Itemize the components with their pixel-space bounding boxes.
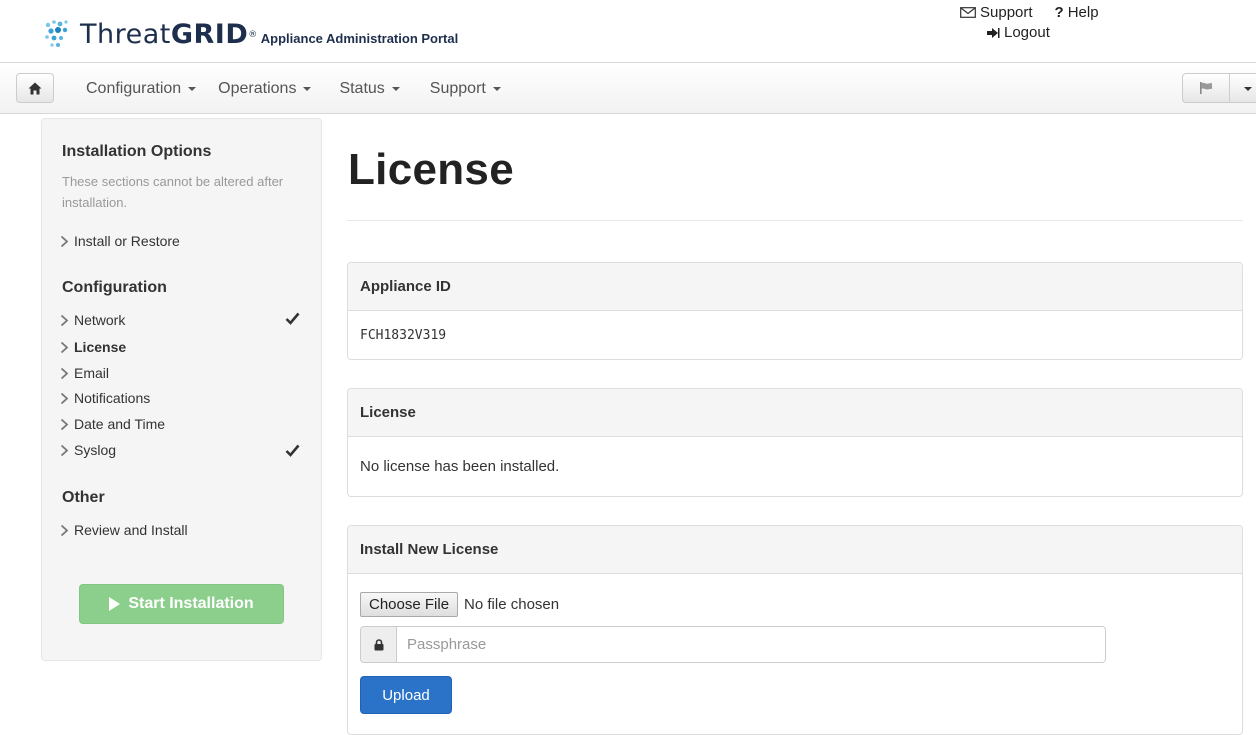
nav-menu: Configuration Operations Status Support: [86, 63, 501, 115]
play-icon: [109, 597, 121, 611]
sidebar-item-email[interactable]: Email: [60, 365, 300, 381]
upload-button[interactable]: Upload: [360, 676, 452, 714]
flag-button[interactable]: [1182, 73, 1230, 103]
help-link[interactable]: ? Help: [1055, 4, 1099, 21]
sidebar-item-syslog[interactable]: Syslog: [60, 442, 300, 458]
home-icon: [28, 82, 42, 94]
brand-logo[interactable]: ThreatGRID® Appliance Administration Por…: [45, 19, 459, 50]
main-navbar: Configuration Operations Status Support: [0, 62, 1256, 114]
choose-file-button[interactable]: Choose File: [360, 592, 459, 617]
chevron-right-icon: [60, 418, 69, 430]
brand-name: ThreatGRID®: [80, 19, 258, 50]
logout-icon: [987, 27, 1000, 38]
home-button[interactable]: [16, 73, 54, 103]
caret-down-icon: [303, 87, 312, 91]
caret-down-icon: [188, 87, 197, 91]
lock-addon: [361, 627, 397, 662]
file-picker: Choose File No file chosen: [360, 592, 559, 617]
license-status-text: No license has been installed.: [360, 457, 560, 475]
panel-heading-license: License: [348, 389, 1242, 437]
sidebar-item-network[interactable]: Network: [60, 312, 300, 328]
start-installation-button[interactable]: Start Installation: [79, 584, 284, 624]
passphrase-group: [360, 626, 1106, 663]
question-icon: ?: [1054, 4, 1064, 21]
install-new-license-panel: Install New License Choose File No file …: [347, 525, 1243, 735]
section-heading-other: Other: [62, 489, 105, 506]
check-icon: [285, 312, 300, 325]
license-panel: License No license has been installed.: [347, 388, 1243, 497]
chevron-right-icon: [60, 314, 69, 326]
chevron-right-icon: [60, 524, 69, 536]
check-icon: [285, 444, 300, 457]
installation-sidebar: Installation Options These sections cann…: [41, 118, 322, 661]
section-heading-configuration: Configuration: [62, 279, 167, 296]
caret-down-icon: [1244, 87, 1252, 91]
page-title: License: [348, 145, 514, 194]
chevron-right-icon: [60, 341, 69, 353]
title-divider: [347, 220, 1243, 221]
chevron-right-icon: [60, 235, 69, 247]
appliance-id-panel: Appliance ID FCH1832V319: [347, 262, 1243, 360]
top-header: ThreatGRID® Appliance Administration Por…: [0, 0, 1256, 62]
panel-heading-install-new-license: Install New License: [348, 526, 1242, 574]
brand-subtitle: Appliance Administration Portal: [260, 31, 459, 46]
nav-configuration[interactable]: Configuration: [86, 80, 197, 98]
sidebar-item-notifications[interactable]: Notifications: [60, 390, 300, 406]
threatgrid-logo-icon: [45, 20, 68, 47]
no-file-chosen-text: No file chosen: [464, 596, 560, 613]
install-license-form: Choose File No file chosen Upload: [348, 574, 1242, 734]
passphrase-input[interactable]: [397, 627, 1105, 662]
sidebar-item-date-and-time[interactable]: Date and Time: [60, 416, 300, 432]
sidebar-item-install-or-restore[interactable]: Install or Restore: [60, 233, 300, 249]
sidebar-item-review-and-install[interactable]: Review and Install: [60, 522, 300, 538]
caret-down-icon: [492, 87, 501, 91]
section-heading-installation-options: Installation Options: [62, 143, 212, 160]
flag-dropdown-toggle[interactable]: [1229, 73, 1256, 103]
nav-support[interactable]: Support: [430, 80, 501, 98]
chevron-right-icon: [60, 367, 69, 379]
sidebar-item-license[interactable]: License: [60, 339, 300, 355]
flag-icon: [1200, 82, 1212, 94]
chevron-right-icon: [60, 392, 69, 404]
utility-links: Support ? Help Logout: [960, 4, 1099, 43]
logout-link[interactable]: Logout: [986, 24, 1050, 41]
lock-icon: [374, 638, 383, 650]
appliance-id-value: FCH1832V319: [360, 327, 447, 343]
envelope-icon: [960, 7, 976, 18]
panel-heading-appliance-id: Appliance ID: [348, 263, 1242, 311]
support-link[interactable]: Support: [960, 4, 1033, 21]
caret-down-icon: [391, 87, 400, 91]
chevron-right-icon: [60, 444, 69, 456]
nav-operations[interactable]: Operations: [218, 80, 312, 98]
nav-status[interactable]: Status: [339, 80, 400, 98]
installation-note: These sections cannot be altered after i…: [62, 174, 284, 210]
